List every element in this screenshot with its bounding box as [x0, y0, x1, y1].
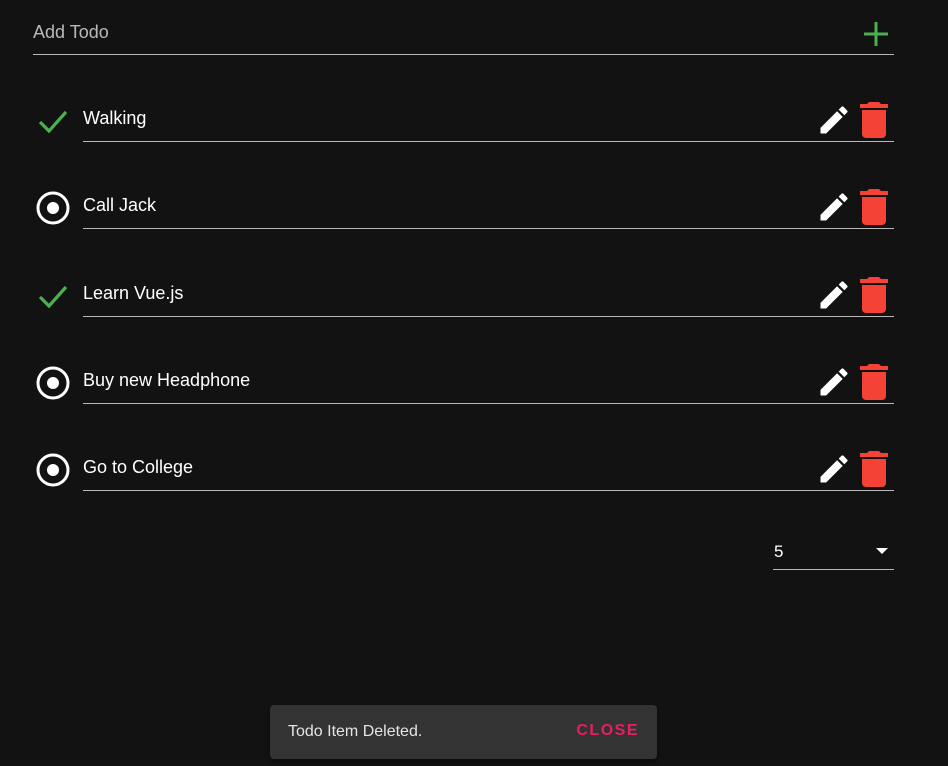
- todo-text: Walking: [83, 108, 147, 128]
- radio-circle-icon[interactable]: [35, 452, 71, 488]
- checkmark-icon[interactable]: [35, 103, 71, 139]
- add-todo-field: [33, 12, 894, 55]
- trash-icon[interactable]: [860, 276, 888, 313]
- todo-field: Call Jack: [83, 182, 894, 230]
- trash-icon[interactable]: [860, 102, 888, 138]
- trash-icon[interactable]: [860, 363, 888, 400]
- todo-text: Go to College: [83, 457, 194, 477]
- todo-app: Walking Call Jack Learn Vue.js Buy new Head…: [0, 0, 948, 766]
- todo-text: Buy new Headphone: [83, 369, 251, 390]
- snackbar: Todo Item Deleted. CLOSE: [270, 705, 657, 759]
- snackbar-message: Todo Item Deleted.: [288, 723, 423, 740]
- radio-circle-icon[interactable]: [35, 365, 71, 401]
- todo-item: Walking: [33, 95, 894, 182]
- caret-down-icon: [876, 548, 888, 554]
- trash-icon[interactable]: [860, 189, 888, 226]
- todo-item: Call Jack: [33, 182, 894, 269]
- todo-item: Buy new Headphone: [33, 357, 894, 444]
- todo-field: Walking: [83, 95, 894, 142]
- snackbar-close-button[interactable]: CLOSE: [576, 722, 639, 740]
- radio-circle-icon[interactable]: [35, 190, 71, 226]
- pencil-icon[interactable]: [816, 189, 852, 225]
- todo-field: Buy new Headphone: [83, 357, 894, 404]
- todo-text: Call Jack: [83, 195, 157, 216]
- todo-item: Learn Vue.js: [33, 270, 894, 357]
- todo-item: Go to College: [33, 444, 894, 531]
- pencil-icon[interactable]: [816, 277, 852, 313]
- plus-icon[interactable]: [862, 20, 890, 48]
- todo-field: Learn Vue.js: [83, 270, 894, 317]
- trash-icon[interactable]: [860, 451, 888, 487]
- todo-text: Learn Vue.js: [83, 282, 184, 303]
- todo-list: Walking Call Jack Learn Vue.js Buy new Head…: [33, 95, 894, 531]
- pencil-icon[interactable]: [816, 451, 852, 487]
- items-per-page-select[interactable]: 5: [773, 533, 894, 570]
- items-per-page-value: 5: [774, 542, 784, 561]
- pencil-icon[interactable]: [816, 102, 852, 138]
- todo-field: Go to College: [83, 444, 894, 491]
- checkmark-icon[interactable]: [35, 278, 71, 314]
- add-todo-input[interactable]: [33, 20, 833, 44]
- pencil-icon[interactable]: [816, 364, 852, 400]
